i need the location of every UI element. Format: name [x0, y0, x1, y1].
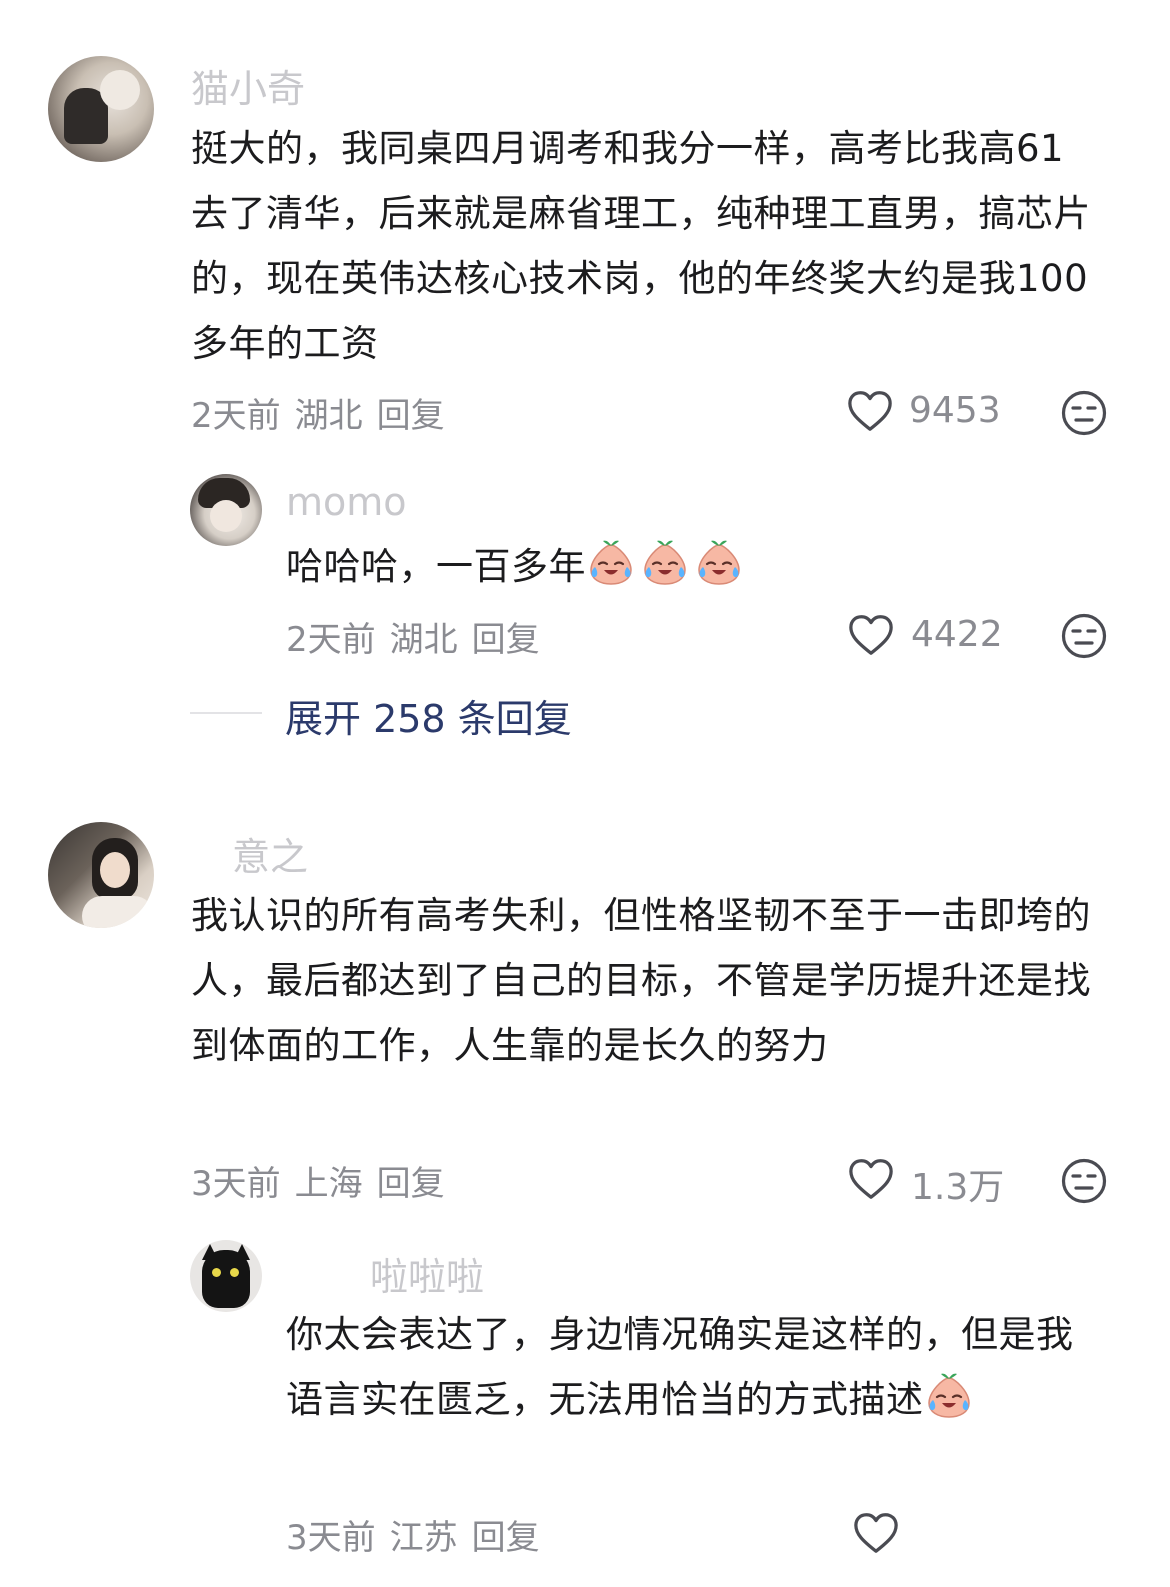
comment-text: 我认识的所有高考失利，但性格坚韧不至于一击即垮的人，最后都达到了自己的目标，不管…	[191, 894, 1091, 1067]
avatar[interactable]	[48, 822, 154, 928]
username[interactable]: 啦啦啦	[370, 1246, 484, 1301]
comment-location: 湖北	[294, 396, 363, 436]
comment-text: 挺大的，我同桌四月调考和我分一样，高考比我高61去了清华，后来就是麻省理工，纯种…	[191, 127, 1091, 365]
like-count: 9453	[909, 390, 1001, 431]
comment-meta: 2天前 湖北 回复	[191, 388, 459, 437]
reply-text: 哈哈哈，一百多年	[286, 534, 1106, 599]
comment-time: 2天前	[191, 396, 281, 436]
avatar[interactable]	[190, 1240, 262, 1312]
crying-laughing-peach-icon	[924, 1370, 974, 1420]
reply-time: 2天前	[286, 620, 376, 660]
reply-text: 你太会表达了，身边情况确实是这样的，但是我语言实在匮乏，无法用恰当的方式描述	[286, 1302, 1106, 1432]
neutral-face-icon[interactable]	[1060, 389, 1108, 437]
expand-replies-button[interactable]: 展开 258 条回复	[285, 688, 572, 743]
username[interactable]: 意之	[232, 826, 308, 881]
reply-meta: 2天前 湖北 回复	[286, 612, 554, 661]
neutral-face-icon[interactable]	[1060, 1157, 1108, 1205]
username[interactable]: momo	[286, 480, 407, 524]
avatar[interactable]	[190, 474, 262, 546]
reply-button[interactable]: 回复	[377, 396, 445, 436]
reply-location: 湖北	[389, 620, 458, 660]
crying-laughing-peach-icon	[694, 537, 744, 587]
heart-outline-icon[interactable]	[848, 1157, 894, 1201]
comment-time: 3天前	[191, 1164, 281, 1204]
reply-button[interactable]: 回复	[472, 1518, 540, 1558]
heart-outline-icon[interactable]	[848, 613, 894, 657]
heart-outline-icon[interactable]	[853, 1511, 899, 1555]
avatar[interactable]	[48, 56, 154, 162]
reply-meta: 3天前 江苏 回复	[286, 1510, 554, 1559]
like-count: 1.3万	[911, 1167, 1005, 1208]
like-count: 4422	[911, 614, 1003, 655]
heart-outline-icon[interactable]	[847, 389, 893, 433]
reply-text-content: 哈哈哈，一百多年	[286, 545, 586, 588]
crying-laughing-peach-icon	[640, 537, 690, 587]
username[interactable]: 猫小奇	[191, 58, 305, 113]
reply-location: 江苏	[389, 1518, 458, 1558]
crying-laughing-peach-icon	[586, 537, 636, 587]
comment-meta: 3天前 上海 回复	[191, 1156, 459, 1205]
neutral-face-icon[interactable]	[1060, 612, 1108, 660]
comment-location: 上海	[294, 1164, 363, 1204]
reply-time: 3天前	[286, 1518, 376, 1558]
divider-line	[190, 712, 262, 714]
reply-button[interactable]: 回复	[472, 620, 540, 660]
reply-button[interactable]: 回复	[377, 1164, 445, 1204]
